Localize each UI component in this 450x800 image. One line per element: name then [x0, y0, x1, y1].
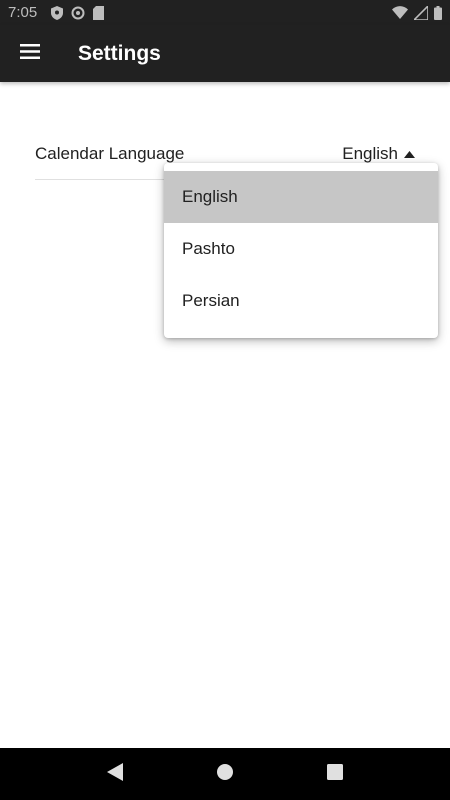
- selected-language-value: English: [342, 143, 398, 163]
- option-label: Pashto: [182, 239, 235, 258]
- language-dropdown-menu: English Pashto Persian: [164, 163, 438, 338]
- status-left: 7:05: [8, 4, 105, 21]
- nav-back-button[interactable]: [95, 754, 135, 794]
- recents-icon: [327, 763, 343, 785]
- wifi-icon: [392, 6, 408, 19]
- hamburger-menu-icon: [20, 43, 40, 64]
- home-icon: [216, 763, 234, 786]
- app-bar: Settings: [0, 25, 450, 82]
- status-bar: 7:05: [0, 0, 450, 25]
- status-time: 7:05: [8, 4, 38, 21]
- sd-card-icon: [93, 5, 105, 20]
- dropdown-option-english[interactable]: English: [164, 171, 438, 223]
- page-title: Settings: [78, 41, 161, 65]
- menu-button[interactable]: [0, 25, 60, 82]
- nav-recents-button[interactable]: [315, 754, 355, 794]
- nav-home-button[interactable]: [205, 754, 245, 794]
- settings-screen: 7:05 Settings Calendar Language English …: [0, 0, 450, 800]
- back-icon: [107, 762, 123, 786]
- calendar-language-label: Calendar Language: [35, 143, 185, 163]
- battery-icon: [434, 5, 442, 20]
- dropdown-option-pashto[interactable]: Pashto: [164, 223, 438, 275]
- system-nav-bar: [0, 748, 450, 800]
- signal-icon: [414, 5, 428, 20]
- caret-up-icon: [404, 145, 415, 163]
- option-label: English: [182, 187, 238, 206]
- option-label: Persian: [182, 291, 240, 310]
- dropdown-option-persian[interactable]: Persian: [164, 275, 438, 327]
- shield-icon: [51, 5, 64, 20]
- sync-icon: [71, 6, 85, 20]
- status-right: [392, 5, 442, 20]
- calendar-language-select[interactable]: English: [342, 144, 415, 164]
